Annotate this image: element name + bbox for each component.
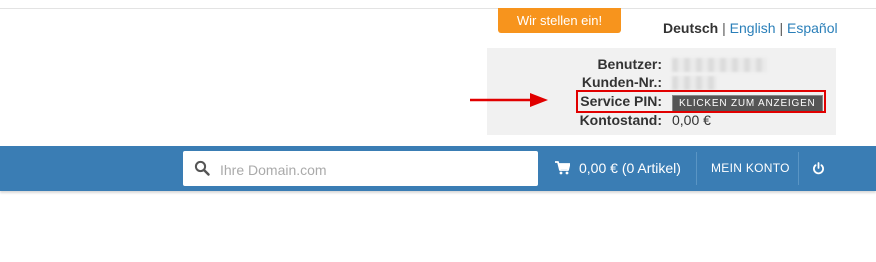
- highlight-box: [576, 90, 826, 113]
- top-divider: [0, 8, 876, 9]
- balance-row: Kontostand: 0,00 €: [487, 111, 836, 129]
- main-navbar: 0,00 € (0 Artikel) MEIN KONTO: [0, 146, 876, 191]
- language-espanol[interactable]: Español: [787, 20, 838, 36]
- search-icon[interactable]: [194, 160, 210, 176]
- customer-number-label: Kunden-Nr.:: [581, 74, 662, 90]
- my-account-link[interactable]: MEIN KONTO: [711, 146, 790, 191]
- cart-icon: [555, 161, 570, 175]
- user-value-redacted: [672, 55, 767, 73]
- domain-search-input[interactable]: [218, 151, 532, 188]
- language-english[interactable]: English: [730, 20, 776, 36]
- language-deutsch[interactable]: Deutsch: [663, 20, 718, 36]
- language-separator: |: [779, 20, 784, 36]
- jobs-badge[interactable]: Wir stellen ein!: [498, 8, 621, 33]
- customer-row: Kunden-Nr.:: [487, 73, 836, 91]
- arrow-icon: [470, 93, 548, 107]
- user-label: Benutzer:: [597, 56, 662, 72]
- language-separator: |: [722, 20, 726, 36]
- user-row: Benutzer:: [487, 55, 836, 73]
- nav-divider: [696, 152, 697, 185]
- language-switcher: Deutsch | English | Español: [663, 20, 838, 36]
- cart-summary: 0,00 € (0 Artikel): [579, 160, 681, 176]
- power-icon[interactable]: [812, 162, 825, 175]
- balance-label: Kontostand:: [579, 112, 662, 128]
- balance-value: 0,00 €: [672, 112, 711, 128]
- domain-search-box: [183, 151, 538, 188]
- customer-number-redacted: [672, 73, 717, 91]
- nav-divider: [798, 152, 799, 185]
